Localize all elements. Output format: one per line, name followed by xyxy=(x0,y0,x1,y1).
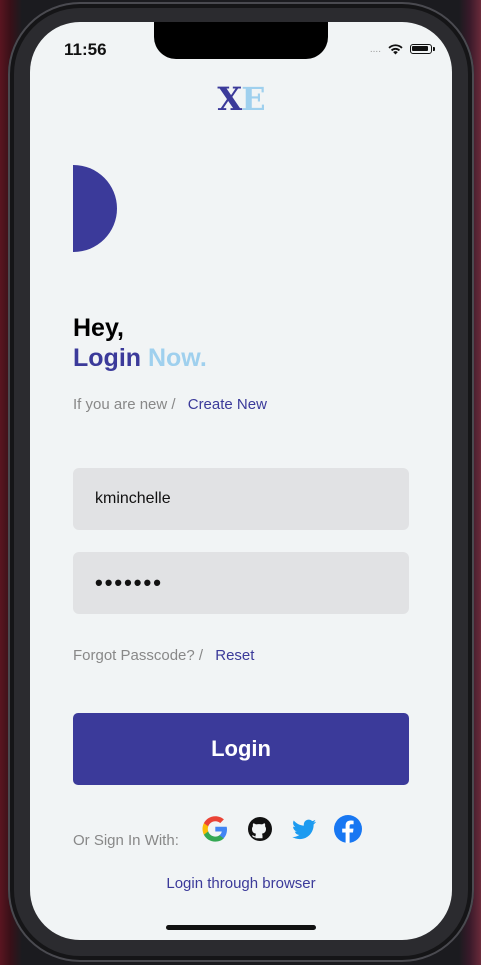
logo-e: E xyxy=(241,80,265,118)
notch xyxy=(154,22,328,59)
github-icon[interactable] xyxy=(245,814,275,844)
login-now-heading: Login Now. xyxy=(73,344,207,373)
reset-link[interactable]: Reset xyxy=(215,647,254,664)
greeting-heading: Hey, xyxy=(73,314,124,342)
battery-icon xyxy=(410,44,435,54)
signup-prompt: If you are new / xyxy=(73,396,176,413)
screen: 11:56 .... XE Hey, Login Now. If you are… xyxy=(30,22,452,940)
login-browser-link[interactable]: Login through browser xyxy=(30,875,452,892)
status-time: 11:56 xyxy=(64,40,107,59)
now-word: Now. xyxy=(147,344,207,372)
wifi-icon xyxy=(388,44,403,55)
forgot-prompt: Forgot Passcode? / xyxy=(73,647,204,664)
decorative-half-circle xyxy=(73,165,117,252)
login-word: Login xyxy=(73,344,142,372)
create-new-link[interactable]: Create New xyxy=(188,396,267,413)
signup-prompt-row: If you are new / Create New xyxy=(73,396,267,413)
twitter-icon[interactable] xyxy=(289,814,319,844)
password-input[interactable]: ••••••• xyxy=(73,552,409,614)
facebook-icon[interactable] xyxy=(333,814,363,844)
app-logo: XE xyxy=(30,80,452,118)
username-input[interactable]: kminchelle xyxy=(73,468,409,530)
google-icon[interactable] xyxy=(200,814,230,844)
home-indicator xyxy=(166,925,316,930)
forgot-passcode-row: Forgot Passcode? / Reset xyxy=(73,647,254,664)
social-signin-label: Or Sign In With: xyxy=(73,831,179,849)
signal-icon: .... xyxy=(369,43,381,55)
logo-x: X xyxy=(217,80,242,118)
status-icons: .... xyxy=(369,42,435,56)
login-button[interactable]: Login xyxy=(73,713,409,785)
